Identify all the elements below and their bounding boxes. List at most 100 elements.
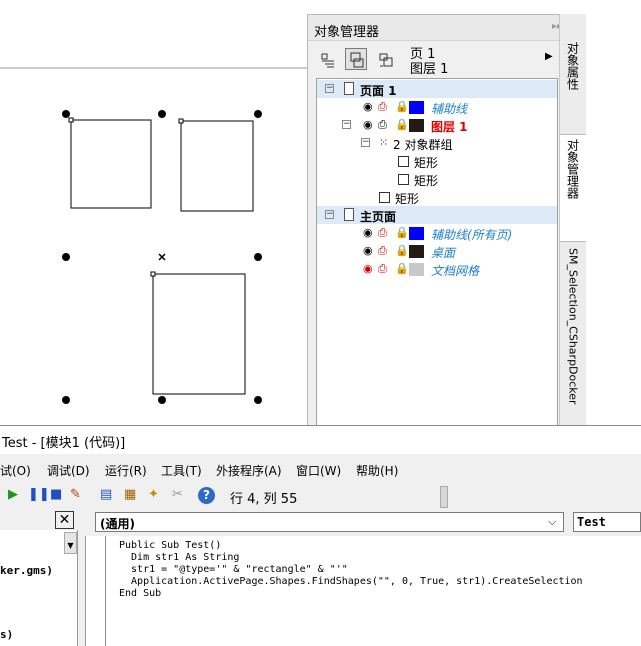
tree-row-group[interactable]: − ⁙ 2 对象群组: [317, 134, 557, 152]
tree-row-page1[interactable]: − 页面 1: [317, 80, 557, 98]
master-guides-label: 辅助线(所有页): [431, 228, 513, 242]
tree-row-master-guides[interactable]: ◉ ⎙ 🔒 辅助线(所有页): [317, 224, 557, 242]
rectangle-icon: [379, 192, 390, 203]
menu-tools[interactable]: 工具(T): [161, 462, 202, 479]
printer-icon[interactable]: ⎙: [378, 100, 387, 114]
tab-sm-selection-docker[interactable]: SM_Selection_CSharpDocker: [560, 244, 586, 414]
eye-icon[interactable]: ◉: [363, 244, 373, 257]
docker-title-bar: 对象管理器 ▸▸: [308, 15, 562, 41]
object-browser-icon[interactable]: ✦: [148, 487, 159, 502]
tree-row-rect1[interactable]: 矩形: [317, 152, 557, 170]
layer1-color-swatch: [409, 119, 424, 132]
show-properties-button[interactable]: [316, 48, 338, 70]
layer-manager-view-button[interactable]: [345, 48, 367, 70]
tree-row-rect3[interactable]: 矩形: [317, 188, 557, 206]
menu-run[interactable]: 运行(R): [105, 462, 147, 479]
lock-icon[interactable]: 🔒: [395, 262, 409, 275]
procedure-dropdown[interactable]: Test: [573, 512, 641, 532]
guides-label: 辅助线: [431, 102, 468, 116]
desktop-label: 桌面: [431, 246, 456, 260]
group-label: 2 对象群组: [393, 138, 453, 152]
menu-addins[interactable]: 外接程序(A): [216, 462, 282, 479]
project-tree-item[interactable]: s): [0, 628, 13, 641]
menu-window[interactable]: 窗口(W): [296, 462, 341, 479]
code-line[interactable]: End Sub: [119, 588, 161, 599]
edit-across-layers-button[interactable]: [374, 48, 396, 70]
tree-row-desktop[interactable]: ◉ ⎙ 🔒 桌面: [317, 242, 557, 260]
tab-object-properties-label: 对象属性: [565, 42, 580, 90]
tree-row-grid[interactable]: ◉ ⎙ 🔒 文档网格: [317, 260, 557, 278]
tree-row-layer1[interactable]: − ◉ ⎙ 🔒 图层 1: [317, 116, 557, 134]
object-dropdown[interactable]: (通用) ⌵: [95, 512, 564, 532]
collapse-icon[interactable]: −: [325, 84, 334, 93]
docker-title: 对象管理器: [314, 25, 380, 40]
lock-icon[interactable]: 🔒: [395, 100, 409, 113]
code-margin-indicator-bar[interactable]: [86, 536, 106, 646]
tree-row-rect2[interactable]: 矩形: [317, 170, 557, 188]
project-explorer-icon[interactable]: ▤: [100, 487, 112, 502]
node-handle: [150, 271, 156, 277]
grid-label: 文档网格: [431, 264, 480, 278]
toolbox-icon[interactable]: ✂: [172, 487, 183, 502]
printer-icon[interactable]: ⎙: [378, 244, 387, 258]
pause-icon[interactable]: ❚❚: [28, 487, 50, 502]
procedure-dropdown-value: Test: [577, 515, 606, 529]
eye-icon[interactable]: ◉: [363, 100, 373, 113]
menu-help[interactable]: 帮助(H): [356, 462, 398, 479]
eye-icon[interactable]: ◉: [363, 226, 373, 239]
toolbar-overflow-icon[interactable]: [440, 486, 448, 508]
help-icon[interactable]: ?: [198, 487, 215, 504]
design-mode-icon[interactable]: ✎: [70, 487, 81, 502]
rectangle-shape-1: [70, 119, 152, 209]
project-tree-item[interactable]: ker.gms): [0, 564, 53, 577]
menu-debug[interactable]: 调试(D): [47, 462, 90, 479]
lock-icon[interactable]: 🔒: [395, 244, 409, 257]
vba-window-title: Test - [模块1 (代码)]: [2, 436, 126, 451]
grid-color-swatch: [409, 263, 424, 276]
code-line[interactable]: Public Sub Test(): [119, 540, 221, 551]
tab-object-properties[interactable]: 对象属性: [560, 38, 586, 134]
rect1-label: 矩形: [414, 156, 439, 170]
menu-format[interactable]: 试(O): [0, 462, 31, 479]
tab-object-manager[interactable]: 对象管理器: [560, 134, 586, 242]
chevron-down-icon[interactable]: ▼: [64, 532, 77, 554]
layer1-label: 图层 1: [431, 120, 468, 134]
group-icon: ⁙: [379, 136, 389, 149]
code-line[interactable]: Application.ActivePage.Shapes.FindShapes…: [119, 576, 583, 587]
code-line[interactable]: str1 = "@type='" & "rectangle" & "'": [119, 564, 348, 575]
code-window-header: (通用) ⌵ Test: [95, 512, 641, 534]
vba-title-bar: Test - [模块1 (代码)]: [0, 426, 641, 454]
tree-row-guides[interactable]: ◉ ⎙ 🔒 辅助线: [317, 98, 557, 116]
cursor-position: 行 4, 列 55: [230, 492, 298, 507]
canvas-drawing[interactable]: [0, 0, 307, 425]
lock-icon[interactable]: 🔒: [395, 118, 409, 131]
tree-row-master[interactable]: − 主页面: [317, 206, 557, 224]
layer-view-icon: [350, 52, 364, 68]
run-icon[interactable]: ▶: [8, 487, 18, 502]
collapse-icon[interactable]: −: [342, 120, 351, 129]
stop-icon[interactable]: ■: [50, 487, 62, 502]
tab-object-manager-label: 对象管理器: [565, 139, 580, 199]
rectangle-shape-2: [180, 120, 254, 212]
page1-label: 页面 1: [360, 84, 397, 98]
printer-icon[interactable]: ⎙: [378, 226, 387, 240]
printer-icon[interactable]: ⎙: [378, 118, 387, 132]
lock-icon[interactable]: 🔒: [395, 226, 409, 239]
drawing-canvas[interactable]: [0, 0, 307, 425]
close-icon[interactable]: ✕: [55, 511, 74, 529]
chevron-down-icon[interactable]: ⌵: [548, 515, 556, 529]
printer-icon[interactable]: ⎙: [378, 262, 387, 276]
current-layer-label: 图层 1: [410, 62, 449, 77]
code-editor[interactable]: Public Sub Test() Dim str1 As String str…: [85, 536, 641, 646]
rectangle-icon: [398, 174, 409, 185]
properties-window-icon[interactable]: ▦: [124, 487, 136, 502]
docker-tabs: 对象属性 对象管理器 SM_Selection_CSharpDocker: [559, 14, 586, 425]
workspace-background: [587, 14, 641, 425]
eye-icon[interactable]: ◉: [363, 118, 373, 131]
code-line[interactable]: Dim str1 As String: [119, 552, 239, 563]
eye-icon[interactable]: ◉: [363, 262, 373, 275]
collapse-icon[interactable]: −: [325, 210, 334, 219]
collapse-icon[interactable]: −: [361, 138, 370, 147]
master-label: 主页面: [360, 210, 397, 224]
page-menu-arrow-icon[interactable]: ▶: [545, 51, 553, 62]
